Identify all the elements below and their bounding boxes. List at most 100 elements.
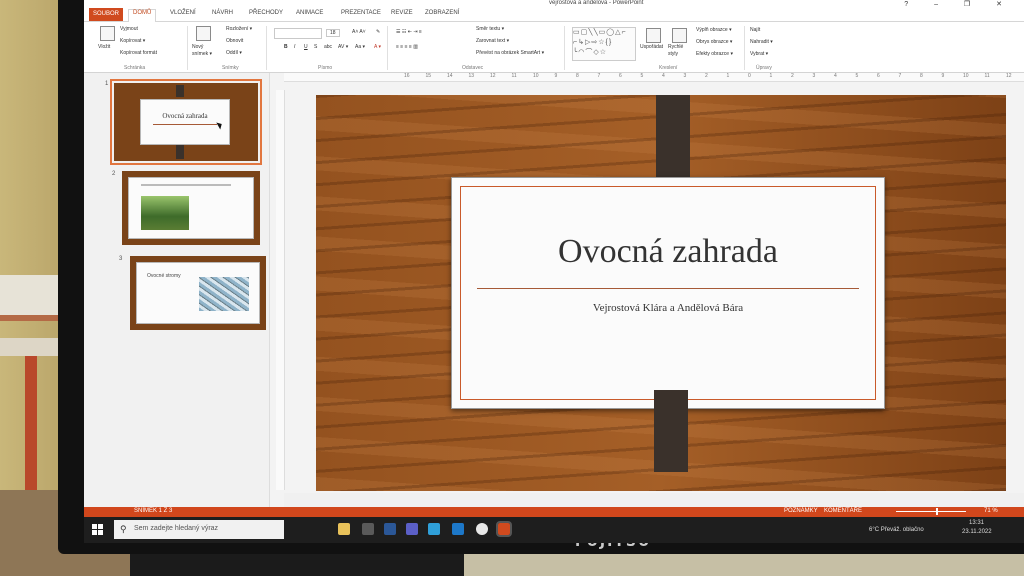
zoom-slider-handle[interactable] (936, 508, 938, 515)
smartart-button[interactable]: Převést na obrázek SmartArt ▾ (476, 50, 544, 56)
spacing-button[interactable]: AV ▾ (338, 44, 348, 50)
search-icon: ⚲ (120, 524, 127, 534)
mail-icon[interactable] (452, 523, 464, 535)
slide-thumbnail-3[interactable]: Ovocné stromy (130, 256, 266, 330)
arrange-button[interactable]: Uspořádat (640, 44, 663, 50)
find-button[interactable]: Najít (750, 27, 760, 33)
ruler-tick: 14 (447, 73, 453, 79)
weather-status[interactable]: 6°C Převáž. oblačno (869, 527, 924, 533)
slide-subtitle[interactable]: Vejrostová Klára a Andělová Bára (452, 302, 884, 314)
strike-button[interactable]: abc (324, 44, 332, 50)
drawing-group-label: Kreslení (659, 65, 678, 71)
align-text-button[interactable]: Zarovnat text ▾ (476, 38, 509, 44)
select-button[interactable]: Vybrat ▾ (750, 51, 768, 57)
store-icon[interactable] (362, 523, 374, 535)
clock-date[interactable]: 23.11.2022 (962, 529, 992, 535)
ruler-tick: 15 (425, 73, 432, 79)
shapes-gallery[interactable]: ▭▢╲╲▭◯△⌐ ⌐↳▷⇨☆{} ╰◠⌒◇☆ (572, 27, 636, 61)
tab-slideshow[interactable]: PREZENTACE (341, 10, 381, 16)
font-size-select[interactable]: 18 (326, 29, 340, 37)
cut-button[interactable]: Vyjmout (120, 26, 138, 32)
ruler-tick: 16 (404, 73, 410, 79)
search-placeholder: Sem zadejte hledaný výraz (134, 525, 219, 532)
tab-transitions[interactable]: PŘECHODY (249, 10, 283, 16)
ruler-tick: 10 (963, 73, 969, 79)
copy-button[interactable]: Kopírovat ▾ (120, 38, 145, 44)
ribbon-separator (387, 26, 388, 70)
windows-start-icon[interactable] (92, 524, 103, 535)
slides-group-label: Snímky (222, 65, 239, 71)
new-slide-button[interactable]: Nový snímek ▾ (192, 44, 218, 58)
shape-fill-button[interactable]: Výplň obrazce ▾ (696, 27, 732, 33)
ribbon-tabs: SOUBOR DOMŮ VLOŽENÍ NÁVRH PŘECHODY ANIMA… (84, 8, 1024, 22)
case-button[interactable]: Aa ▾ (355, 44, 365, 50)
tab-home[interactable]: DOMŮ (128, 9, 157, 22)
chrome-icon[interactable] (476, 523, 488, 535)
format-painter-button[interactable]: Kopírovat formát (120, 50, 157, 56)
thumbnail-card: Ovocné stromy (136, 262, 260, 324)
thumbnail-text-line (141, 184, 231, 186)
thumbnail-strap (176, 145, 184, 159)
clipboard-group-label: Schránka (124, 65, 146, 71)
bold-button[interactable]: B (284, 44, 288, 50)
notes-button[interactable]: POZNÁMKY (784, 508, 818, 514)
thumbnail-title: Ovocné stromy (147, 273, 181, 279)
taskbar-search[interactable]: ⚲ Sem zadejte hledaný výraz (114, 520, 284, 539)
ruler-tick: 10 (533, 73, 539, 79)
font-group-label: Písmo (318, 65, 333, 71)
zoom-slider[interactable] (896, 511, 966, 512)
bullets-icon[interactable]: ☰ ☷ ⇤ ⇥ ≡ (396, 29, 422, 35)
font-name-select[interactable] (274, 28, 322, 39)
paste-button[interactable]: Vložit (98, 44, 110, 50)
ruler-tick: 13 (468, 73, 475, 79)
word-icon[interactable] (384, 523, 396, 535)
new-slide-icon[interactable] (196, 26, 211, 41)
shape-effects-button[interactable]: Efekty obrazce ▾ (696, 51, 733, 57)
edge-icon[interactable] (428, 523, 440, 535)
window-controls[interactable]: ? – ❐ ✕ (904, 0, 1014, 8)
slide-thumbnail-1[interactable]: Ovocná zahrada (110, 79, 262, 165)
font-color-button[interactable]: A ▾ (374, 44, 381, 50)
ribbon: Vložit Vyjmout Kopírovat ▾ Kopírovat for… (84, 22, 1024, 73)
ruler-tick: 6 (877, 73, 880, 79)
clear-format-icon[interactable]: ✎ (376, 29, 380, 35)
slide-thumbnails-pane: 1 Ovocná zahrada 2 3 Ovocné stromy (84, 73, 270, 513)
quick-styles-button[interactable]: Rychlé styly (668, 44, 690, 58)
section-button[interactable]: Oddíl ▾ (226, 50, 242, 56)
powerpoint-icon[interactable] (496, 521, 512, 537)
slide-title[interactable]: Ovocná zahrada (452, 233, 884, 271)
clock-time[interactable]: 13:31 (969, 520, 984, 526)
quick-styles-icon[interactable] (672, 28, 687, 43)
monitor-screen: vejrostová a andelova - PowerPoint ? – ❐… (84, 0, 1024, 543)
ruler-tick: 3 (812, 73, 816, 79)
teams-icon[interactable] (406, 523, 418, 535)
tab-design[interactable]: NÁVRH (212, 10, 233, 16)
editing-group-label: Úpravy (756, 65, 772, 71)
tab-review[interactable]: REVIZE (391, 10, 413, 16)
slide-canvas[interactable]: Ovocná zahrada Vejrostová Klára a Andělo… (316, 95, 1006, 491)
slide-thumbnail-2[interactable] (122, 171, 260, 245)
ruler-tick: 7 (898, 73, 902, 79)
file-explorer-icon[interactable] (338, 523, 350, 535)
tab-view[interactable]: ZOBRAZENÍ (425, 10, 459, 16)
text-direction-button[interactable]: Směr textu ▾ (476, 26, 504, 32)
align-icons[interactable]: ≡ ≡ ≡ ≡ ▥ (396, 44, 418, 50)
reset-button[interactable]: Obnovit (226, 38, 243, 44)
ruler-tick: 4 (662, 73, 665, 79)
tab-file[interactable]: SOUBOR (89, 8, 123, 21)
tab-insert[interactable]: VLOŽENÍ (170, 10, 196, 16)
underline-button[interactable]: U (304, 44, 308, 50)
tab-animations[interactable]: ANIMACE (296, 10, 323, 16)
arrange-icon[interactable] (646, 28, 661, 43)
replace-button[interactable]: Nahradit ▾ (750, 39, 773, 45)
zoom-level[interactable]: 71 % (984, 508, 998, 514)
paste-icon[interactable] (100, 26, 115, 41)
shadow-button[interactable]: S (314, 44, 317, 50)
comments-button[interactable]: KOMENTÁŘE (824, 508, 862, 514)
notes-pane[interactable] (284, 493, 1024, 507)
italic-button[interactable]: I (294, 44, 295, 50)
layout-button[interactable]: Rozložení ▾ (226, 26, 252, 32)
shape-outline-button[interactable]: Obrys obrazce ▾ (696, 39, 732, 45)
grow-font-icon[interactable]: A˄ A˅ (352, 29, 366, 35)
ruler-tick: 7 (597, 73, 601, 79)
